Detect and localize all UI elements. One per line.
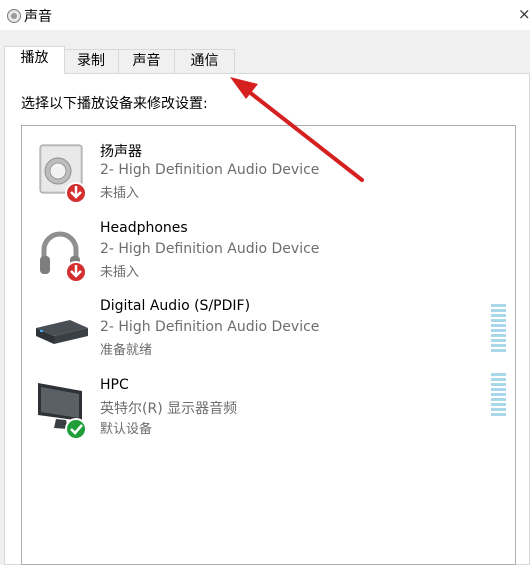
volume-meter bbox=[491, 373, 506, 416]
window-title: 声音 bbox=[24, 9, 52, 25]
device-status: 默认设备 bbox=[100, 422, 153, 437]
tab-recording[interactable]: 录制 bbox=[63, 49, 119, 73]
instruction-text: 选择以下播放设备来修改设置: bbox=[21, 96, 208, 112]
unplugged-icon bbox=[65, 182, 87, 204]
device-status: 未插入 bbox=[100, 186, 140, 201]
tab-sounds-label: 声音 bbox=[132, 53, 161, 69]
device-description: 英特尔(R) 显示器音频 bbox=[100, 401, 238, 417]
device-item-speaker[interactable]: 扬声器 2- High Definition Audio Device 未插入 bbox=[22, 141, 515, 217]
close-button[interactable]: × bbox=[518, 5, 530, 23]
device-name: Digital Audio (S/PDIF) bbox=[100, 298, 251, 314]
default-check-icon bbox=[65, 418, 87, 440]
tab-playback[interactable]: 播放 bbox=[4, 46, 65, 74]
sound-app-icon bbox=[7, 9, 21, 23]
device-item-headphones[interactable]: Headphones 2- High Definition Audio Devi… bbox=[22, 220, 515, 296]
device-description: 2- High Definition Audio Device bbox=[100, 241, 320, 257]
monitor-icon bbox=[38, 383, 87, 440]
volume-meter bbox=[491, 304, 506, 352]
speaker-icon bbox=[39, 144, 87, 204]
headphones-icon bbox=[40, 231, 87, 283]
unplugged-icon bbox=[65, 261, 87, 283]
device-description: 2- High Definition Audio Device bbox=[100, 319, 320, 335]
device-name: Headphones bbox=[100, 220, 188, 236]
spdif-device-icon bbox=[36, 320, 88, 344]
titlebar: 声音 × bbox=[0, 0, 530, 30]
tab-sounds[interactable]: 声音 bbox=[118, 49, 175, 73]
tab-recording-label: 录制 bbox=[77, 53, 105, 69]
device-item-hpc[interactable]: HPC 英特尔(R) 显示器音频 默认设备 bbox=[22, 373, 515, 453]
device-name: 扬声器 bbox=[100, 144, 142, 160]
device-description: 2- High Definition Audio Device bbox=[100, 162, 320, 178]
tab-communications[interactable]: 通信 bbox=[174, 49, 235, 73]
device-status: 未插入 bbox=[100, 265, 140, 280]
device-item-digital-audio[interactable]: Digital Audio (S/PDIF) 2- High Definitio… bbox=[22, 298, 515, 374]
tab-communications-label: 通信 bbox=[190, 53, 219, 69]
tab-playback-label: 播放 bbox=[20, 50, 49, 66]
device-name: HPC bbox=[100, 377, 129, 393]
device-status: 准备就绪 bbox=[100, 343, 153, 358]
